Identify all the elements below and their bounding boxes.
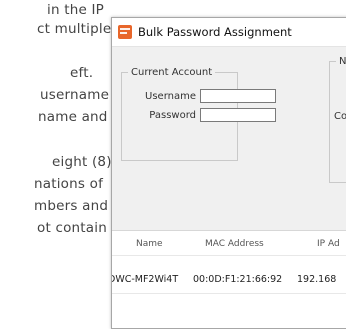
doc-line: eight (8) (52, 154, 112, 170)
new-account-legend: Ne (339, 56, 346, 67)
app-icon (118, 25, 132, 39)
column-header-ip[interactable]: IP Ad (317, 239, 340, 249)
password-label: Password (149, 110, 196, 121)
doc-line: username (40, 87, 110, 103)
header-divider (112, 255, 346, 256)
doc-line: ot contain (37, 220, 107, 236)
username-input[interactable] (200, 89, 276, 103)
doc-line: ct multiple (37, 21, 112, 37)
column-header-mac[interactable]: MAC Address (205, 239, 264, 249)
window-title: Bulk Password Assignment (138, 25, 292, 39)
column-header-name[interactable]: Name (136, 239, 163, 249)
device-table: Name MAC Address IP Ad DWC-MF2Wi4T 00:0D… (111, 230, 346, 328)
doc-line: nations of (34, 176, 104, 192)
cell-ip: 192.168 (297, 274, 337, 285)
title-bar[interactable]: Bulk Password Assignment (112, 18, 346, 47)
current-account-legend: Current Account (131, 67, 213, 78)
doc-line: in the IP (47, 2, 104, 18)
password-input[interactable] (200, 108, 276, 122)
row-divider (112, 293, 346, 294)
doc-line: mbers and (34, 198, 109, 214)
doc-line: name and (38, 109, 108, 125)
confirm-label: Co (334, 111, 346, 122)
cell-name: DWC-MF2Wi4T (111, 274, 179, 285)
cell-mac: 00:0D:F1:21:66:92 (193, 274, 283, 285)
username-label: Username (145, 91, 196, 102)
bulk-password-dialog: Bulk Password Assignment Current Account… (111, 17, 346, 329)
doc-line: eft. (70, 65, 94, 81)
